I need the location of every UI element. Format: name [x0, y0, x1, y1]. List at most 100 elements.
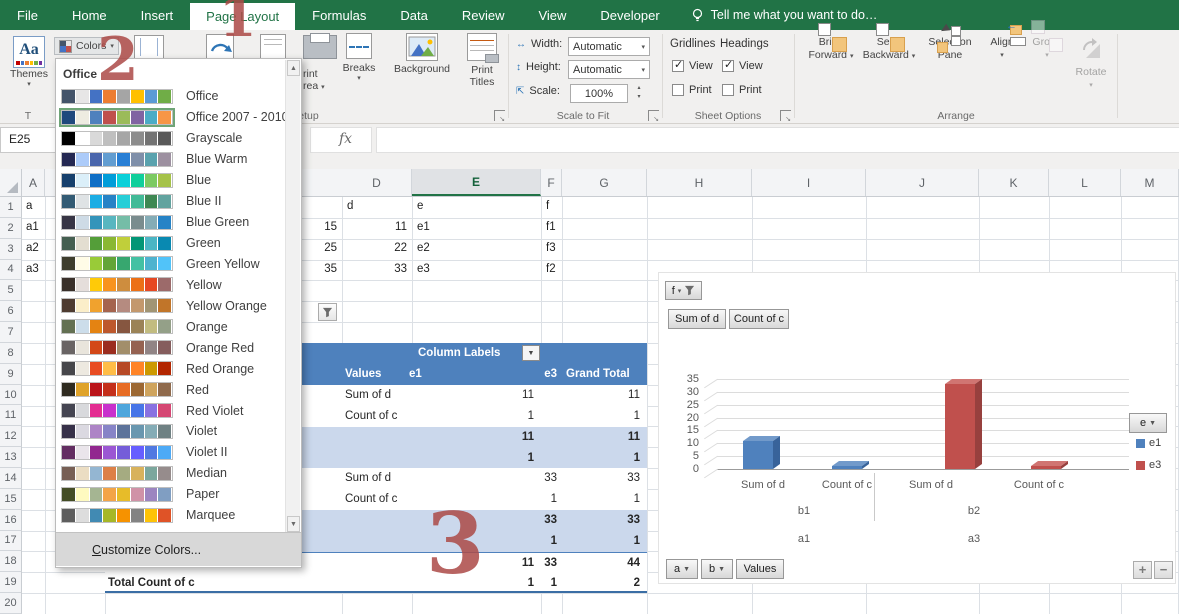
cell-F3[interactable]: f3 — [543, 239, 573, 260]
legend-field-e-button[interactable]: e▼ — [1129, 413, 1167, 433]
bring-forward-button[interactable]: Bring Forward ▾ — [804, 36, 858, 63]
tell-me-box[interactable]: Tell me what you want to do… — [691, 8, 878, 23]
row-header[interactable]: 16 — [0, 510, 22, 531]
theme-color-item[interactable]: Violet II — [56, 442, 288, 463]
menu-scrollbar[interactable]: ▲ ▼ — [285, 60, 300, 532]
tab-data[interactable]: Data — [383, 0, 444, 30]
chart-bar-e1[interactable] — [832, 466, 862, 469]
legend-item[interactable]: e1 — [1136, 437, 1161, 449]
print-area-icon[interactable] — [303, 35, 337, 59]
width-dropdown[interactable]: Automatic▾ — [568, 37, 650, 56]
theme-color-item[interactable]: Paper — [56, 484, 288, 505]
row-header[interactable]: 10 — [0, 385, 22, 406]
rotate-button[interactable]: Rotate ▾ — [1068, 36, 1114, 92]
height-dropdown[interactable]: Automatic▾ — [568, 60, 650, 79]
chart-count-of-c-button[interactable]: Count of c — [729, 309, 789, 329]
group-button[interactable]: Group ▾ — [1026, 36, 1068, 62]
row-header[interactable]: 3 — [0, 239, 22, 260]
cell-F1[interactable]: f — [543, 197, 573, 218]
theme-color-item[interactable]: Red — [56, 379, 288, 400]
column-header-F[interactable]: F — [541, 169, 562, 196]
row-header[interactable]: 17 — [0, 531, 22, 552]
chart-bar-e3[interactable] — [945, 384, 975, 469]
row-header[interactable]: 14 — [0, 468, 22, 489]
theme-color-item[interactable]: Blue Warm — [56, 149, 288, 170]
pivot-row[interactable]: Total Count of c 1 1 2 — [105, 573, 647, 594]
chart-sum-of-d-button[interactable]: Sum of d — [668, 309, 726, 329]
size-icon[interactable] — [260, 34, 286, 59]
align-button[interactable]: ← Align ▾ — [980, 36, 1024, 62]
scroll-down-icon[interactable]: ▼ — [287, 516, 300, 532]
row-header[interactable]: 4 — [0, 260, 22, 281]
row-header[interactable]: 15 — [0, 489, 22, 510]
theme-color-item[interactable]: Blue II — [56, 191, 288, 212]
cell-A3[interactable]: a2 — [23, 239, 44, 260]
send-backward-button[interactable]: Send Backward ▾ — [860, 36, 918, 63]
cell-D3[interactable]: 22 — [344, 239, 410, 260]
chart-bar-e1[interactable] — [743, 441, 773, 469]
column-header-A[interactable]: A — [22, 169, 45, 196]
background-button[interactable]: Background — [387, 33, 457, 75]
theme-color-item[interactable]: Median — [56, 463, 288, 484]
column-header-K[interactable]: K — [979, 169, 1049, 196]
cell-E1[interactable]: e — [414, 197, 539, 218]
cell-E4[interactable]: e3 — [414, 260, 539, 281]
column-header-I[interactable]: I — [752, 169, 866, 196]
pivot-chart[interactable]: f▾ Sum of d Count of c 35302520151050 Su… — [658, 272, 1176, 584]
theme-color-item[interactable]: Marquee — [56, 505, 288, 526]
tab-view[interactable]: View — [521, 0, 583, 30]
column-labels-dropdown-button[interactable]: ▼ — [522, 345, 540, 361]
gridlines-print-checkbox[interactable]: Print — [672, 84, 712, 96]
row-header[interactable]: 2 — [0, 218, 22, 239]
chart-field-a-button[interactable]: a▼ — [666, 559, 698, 579]
theme-color-item[interactable]: Orange — [56, 316, 288, 337]
cell-D4[interactable]: 33 — [344, 260, 410, 281]
zoom-in-button[interactable]: + — [1133, 561, 1152, 579]
theme-color-item[interactable]: Blue — [56, 170, 288, 191]
insert-function-button[interactable]: fx — [310, 127, 372, 153]
theme-color-item[interactable]: Yellow — [56, 274, 288, 295]
tab-formulas[interactable]: Formulas — [295, 0, 383, 30]
chart-field-b-button[interactable]: b▼ — [701, 559, 733, 579]
cell-D2[interactable]: 11 — [344, 218, 410, 239]
cell-A4[interactable]: a3 — [23, 260, 44, 281]
theme-color-item[interactable]: Office — [56, 86, 288, 107]
theme-color-item[interactable]: Grayscale — [56, 128, 288, 149]
row-header[interactable]: 19 — [0, 572, 22, 593]
theme-color-item[interactable]: Green — [56, 233, 288, 254]
row-header[interactable]: 1 — [0, 197, 22, 218]
cell-A2[interactable]: a1 — [23, 218, 44, 239]
selection-pane-button[interactable]: Selection Pane — [922, 36, 978, 62]
row-header[interactable]: 8 — [0, 343, 22, 364]
tab-developer[interactable]: Developer — [583, 0, 676, 30]
column-header-L[interactable]: L — [1049, 169, 1121, 196]
cell-D1[interactable]: d — [344, 197, 410, 218]
customize-colors-menu-item[interactable]: Customize Colors... — [56, 532, 301, 566]
cell-F4[interactable]: f2 — [543, 260, 573, 281]
breaks-button[interactable]: Breaks ▾ — [338, 33, 380, 82]
sheet-options-dialog-launcher[interactable] — [780, 110, 791, 121]
theme-color-item[interactable]: Green Yellow — [56, 254, 288, 275]
theme-color-item[interactable]: Office 2007 - 2010 — [56, 107, 288, 128]
theme-color-item[interactable]: Red Violet — [56, 400, 288, 421]
cell-E2[interactable]: e1 — [414, 218, 539, 239]
chart-field-f-button[interactable]: f▾ — [665, 281, 702, 300]
select-all-corner[interactable] — [0, 169, 22, 196]
pivot-filter-applied-button[interactable] — [318, 303, 337, 321]
legend-item[interactable]: e3 — [1136, 459, 1161, 471]
page-setup-dialog-launcher[interactable] — [494, 110, 505, 121]
theme-color-item[interactable]: Blue Green — [56, 212, 288, 233]
print-area-label-clipped[interactable]: rint rea ▾ — [303, 68, 339, 92]
gridlines-view-checkbox[interactable]: View — [672, 60, 713, 72]
cell-A1[interactable]: a — [23, 197, 44, 218]
tab-file[interactable]: File — [0, 0, 55, 30]
row-header[interactable]: 18 — [0, 551, 22, 572]
print-titles-button[interactable]: Print Titles — [458, 33, 506, 88]
cell-F2[interactable]: f1 — [543, 218, 573, 239]
scale-input[interactable]: 100% — [570, 84, 628, 103]
headings-print-checkbox[interactable]: Print — [722, 84, 762, 96]
row-header[interactable]: 7 — [0, 322, 22, 343]
row-header[interactable]: 6 — [0, 301, 22, 322]
themes-button[interactable]: Aa Themes ▾ — [6, 36, 52, 110]
theme-color-item[interactable]: Violet — [56, 421, 288, 442]
